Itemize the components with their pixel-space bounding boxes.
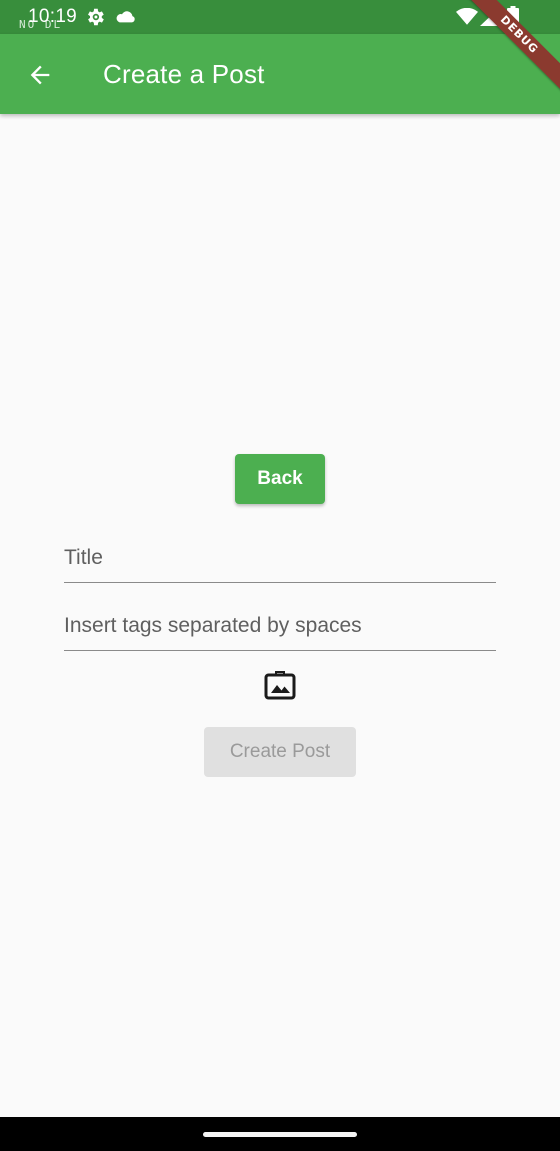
cloud-icon [116,11,135,23]
back-button[interactable]: Back [235,454,325,504]
image-folder-icon[interactable] [264,670,296,700]
tags-field[interactable] [64,602,496,651]
home-gesture-handle[interactable] [203,1132,357,1137]
wifi-icon [456,8,478,25]
create-post-button[interactable]: Create Post [204,727,356,777]
settings-gear-icon [88,8,104,26]
title-input[interactable] [64,534,496,582]
system-navigation-bar [0,1117,560,1151]
title-field[interactable] [64,534,496,583]
page-title: Create a Post [103,59,265,89]
app-bar: Create a Post [0,34,560,114]
arrow-back-icon[interactable] [26,61,54,89]
tags-input[interactable] [64,602,496,650]
status-time: 10:19 [28,6,78,27]
